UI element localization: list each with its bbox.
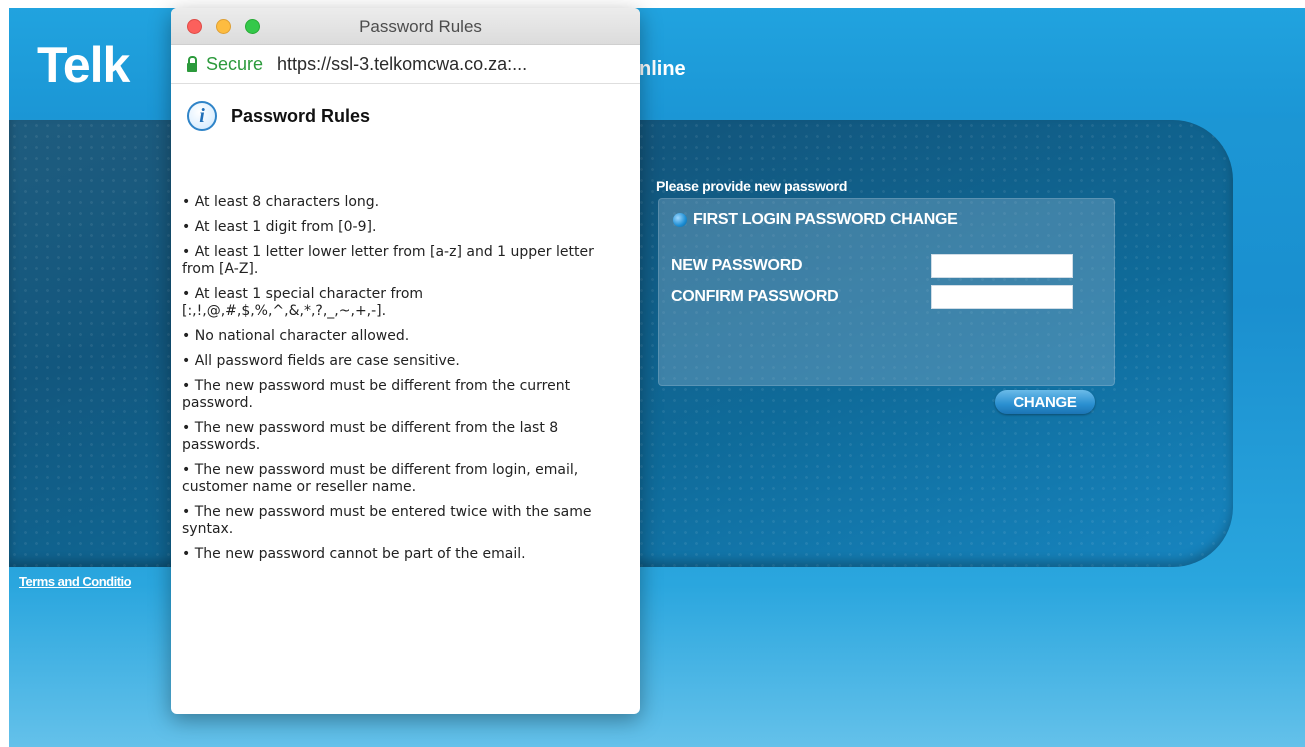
info-icon: i bbox=[187, 101, 217, 131]
password-rules-popup: Password Rules Secure https://ssl-3.telk… bbox=[171, 8, 640, 714]
new-password-input[interactable] bbox=[931, 254, 1073, 278]
rules-title: Password Rules bbox=[231, 105, 371, 126]
rule-item: At least 1 special character from [:,!,@… bbox=[182, 286, 630, 320]
provide-password-label: Please provide new password bbox=[656, 178, 848, 194]
popup-url-bar[interactable]: Secure https://ssl-3.telkomcwa.co.za:... bbox=[171, 45, 640, 84]
rule-item: The new password must be different from … bbox=[182, 378, 630, 412]
rule-item: The new password must be different from … bbox=[182, 462, 630, 496]
popup-window-title: Password Rules bbox=[359, 17, 482, 36]
url-text[interactable]: https://ssl-3.telkomcwa.co.za:... bbox=[277, 54, 527, 75]
rule-item: The new password cannot be part of the e… bbox=[182, 546, 630, 563]
confirm-password-input[interactable] bbox=[931, 285, 1073, 309]
change-button[interactable]: CHANGE bbox=[995, 390, 1095, 414]
confirm-password-label: CONFIRM PASSWORD bbox=[671, 288, 839, 305]
rule-item: At least 1 letter lower letter from [a-z… bbox=[182, 244, 630, 278]
secure-label: Secure bbox=[206, 53, 264, 74]
rule-item: The new password must be entered twice w… bbox=[182, 504, 630, 538]
popup-titlebar[interactable]: Password Rules bbox=[171, 8, 640, 45]
password-change-form: FIRST LOGIN PASSWORD CHANGE NEW PASSWORD… bbox=[658, 198, 1115, 386]
form-title: FIRST LOGIN PASSWORD CHANGE bbox=[693, 211, 958, 228]
rule-item: At least 1 digit from [0-9]. bbox=[182, 219, 630, 236]
header-subtitle: nline bbox=[639, 58, 686, 80]
bullet-icon bbox=[673, 213, 687, 227]
rule-item: No national character allowed. bbox=[182, 328, 630, 345]
terms-and-conditions-link[interactable]: Terms and Conditio bbox=[19, 574, 132, 589]
rule-item: The new password must be different from … bbox=[182, 420, 630, 454]
lock-icon bbox=[187, 55, 197, 72]
rule-item: At least 8 characters long. bbox=[182, 194, 630, 211]
brand-logo: Telk bbox=[37, 37, 130, 93]
rule-item: All password fields are case sensitive. bbox=[182, 353, 630, 370]
form-title-row: FIRST LOGIN PASSWORD CHANGE bbox=[673, 211, 958, 229]
new-password-label: NEW PASSWORD bbox=[671, 257, 803, 274]
rules-heading: i Password Rules bbox=[187, 101, 370, 131]
rules-list: At least 8 characters long. At least 1 d… bbox=[182, 194, 630, 571]
